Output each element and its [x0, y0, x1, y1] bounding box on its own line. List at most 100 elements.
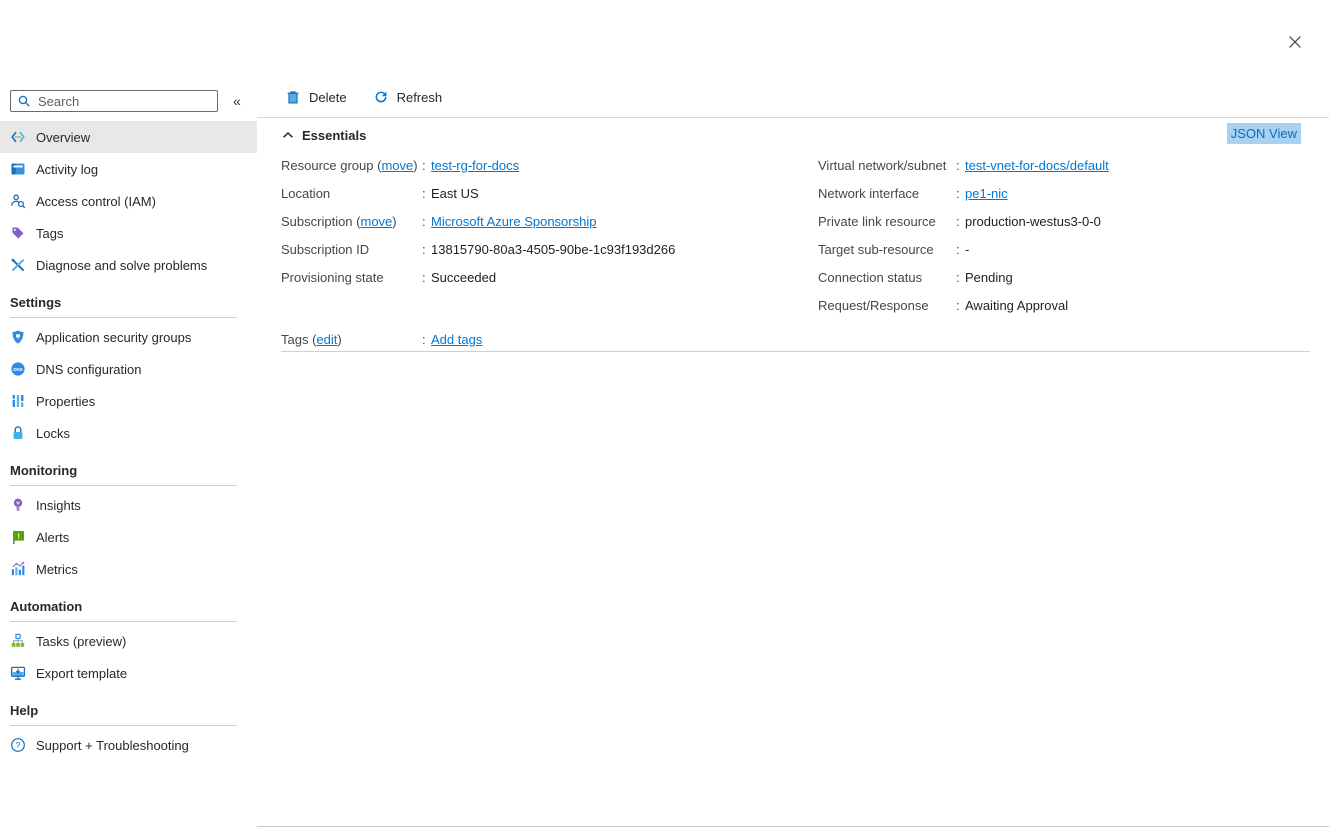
- sidebar: « Overview Activity log Access control (…: [0, 0, 257, 839]
- sidebar-item-access-control[interactable]: Access control (IAM): [0, 185, 257, 217]
- request-response-label: Request/Response: [818, 298, 956, 313]
- search-input[interactable]: [36, 93, 200, 110]
- virtual-network-subnet-link[interactable]: test-vnet-for-docs/default: [965, 158, 1109, 173]
- private-link-resource-label: Private link resource: [818, 214, 956, 229]
- essentials-row-subscription-id: Subscription ID : 13815790-80a3-4505-90b…: [281, 235, 675, 263]
- network-interface-label: Network interface: [818, 186, 956, 201]
- sidebar-item-label: Overview: [36, 130, 90, 145]
- target-sub-resource-label: Target sub-resource: [818, 242, 956, 257]
- essentials-row-request-response: Request/Response : Awaiting Approval: [818, 291, 1109, 319]
- sidebar-item-label: Tasks (preview): [36, 634, 126, 649]
- sidebar-item-properties[interactable]: Properties: [0, 385, 257, 417]
- resource-group-label: Resource group (: [281, 158, 381, 173]
- sidebar-section-monitoring: Monitoring: [10, 463, 237, 486]
- sidebar-item-label: Metrics: [36, 562, 78, 577]
- refresh-icon: [373, 89, 389, 105]
- sidebar-item-tasks[interactable]: Tasks (preview): [0, 625, 257, 657]
- page-bottom-divider: [257, 826, 1329, 827]
- toolbar-divider: [257, 117, 1329, 118]
- essentials-left-column: Resource group (move) : test-rg-for-docs…: [281, 151, 675, 291]
- refresh-button[interactable]: Refresh: [373, 89, 443, 105]
- chevron-up-icon[interactable]: [281, 128, 295, 142]
- sidebar-item-export-template[interactable]: Export template: [0, 657, 257, 689]
- connection-status-value: Pending: [965, 270, 1013, 285]
- sidebar-item-label: Application security groups: [36, 330, 191, 345]
- provisioning-state-value: Succeeded: [431, 270, 496, 285]
- essentials-row-private-link-resource: Private link resource : production-westu…: [818, 207, 1109, 235]
- sidebar-item-label: Tags: [36, 226, 63, 241]
- lightbulb-icon: [10, 497, 26, 513]
- target-sub-resource-value: -: [965, 242, 969, 257]
- subscription-label: Subscription (: [281, 214, 360, 229]
- sidebar-item-label: Activity log: [36, 162, 98, 177]
- alert-icon: !: [10, 529, 26, 545]
- sidebar-item-label: Insights: [36, 498, 81, 513]
- essentials-right-column: Virtual network/subnet : test-vnet-for-d…: [818, 151, 1109, 319]
- private-link-resource-value: production-westus3-0-0: [965, 214, 1101, 229]
- svg-text:DNS: DNS: [13, 367, 22, 372]
- connection-status-label: Connection status: [818, 270, 956, 285]
- sidebar-section-settings: Settings: [10, 295, 237, 318]
- essentials-row-subscription: Subscription (move) : Microsoft Azure Sp…: [281, 207, 675, 235]
- sidebar-item-support-troubleshooting[interactable]: ? Support + Troubleshooting: [0, 729, 257, 761]
- essentials-row-connection-status: Connection status : Pending: [818, 263, 1109, 291]
- add-tags-link[interactable]: Add tags: [431, 332, 482, 347]
- virtual-network-label: Virtual network/subnet: [818, 158, 956, 173]
- move-resource-group-link[interactable]: move: [381, 158, 413, 173]
- essentials-row-virtual-network: Virtual network/subnet : test-vnet-for-d…: [818, 151, 1109, 179]
- sidebar-search-row: «: [0, 90, 257, 114]
- access-control-icon: [10, 193, 26, 209]
- sidebar-item-locks[interactable]: Locks: [0, 417, 257, 449]
- essentials-row-provisioning-state: Provisioning state : Succeeded: [281, 263, 675, 291]
- sidebar-item-diagnose[interactable]: Diagnose and solve problems: [0, 249, 257, 281]
- refresh-label: Refresh: [397, 90, 443, 105]
- move-subscription-link[interactable]: move: [360, 214, 392, 229]
- essentials-title: Essentials: [302, 128, 366, 143]
- properties-bars-icon: [10, 393, 26, 409]
- lock-icon: [10, 425, 26, 441]
- subscription-id-value: 13815790-80a3-4505-90be-1c93f193d266: [431, 242, 675, 257]
- svg-text:?: ?: [16, 740, 21, 750]
- resource-group-link[interactable]: test-rg-for-docs: [431, 158, 519, 173]
- toolbar: Delete Refresh: [285, 89, 442, 105]
- essentials-bottom-divider: [281, 351, 1310, 352]
- sidebar-collapse-icon[interactable]: «: [233, 93, 241, 109]
- sidebar-item-label: DNS configuration: [36, 362, 142, 377]
- tags-label: Tags (: [281, 332, 316, 347]
- sidebar-item-insights[interactable]: Insights: [0, 489, 257, 521]
- sidebar-item-label: Properties: [36, 394, 95, 409]
- sidebar-item-dns-configuration[interactable]: DNS DNS configuration: [0, 353, 257, 385]
- sidebar-item-overview[interactable]: Overview: [0, 121, 257, 153]
- sidebar-item-tags[interactable]: Tags: [0, 217, 257, 249]
- essentials-row-resource-group: Resource group (move) : test-rg-for-docs: [281, 151, 675, 179]
- provisioning-state-label: Provisioning state: [281, 270, 422, 285]
- delete-button[interactable]: Delete: [285, 89, 347, 105]
- sidebar-item-alerts[interactable]: ! Alerts: [0, 521, 257, 553]
- essentials-row-tags: Tags (edit) : Add tags: [281, 325, 482, 353]
- edit-tags-link[interactable]: edit: [316, 332, 337, 347]
- private-endpoint-icon: [10, 129, 26, 145]
- sidebar-item-metrics[interactable]: Metrics: [0, 553, 257, 585]
- sidebar-nav: Overview Activity log Access control (IA…: [0, 121, 257, 761]
- activity-log-icon: [10, 161, 26, 177]
- delete-label: Delete: [309, 90, 347, 105]
- svg-text:!: !: [18, 532, 21, 541]
- flowchart-icon: [10, 633, 26, 649]
- main-content: Delete Refresh Essentials JSON View Reso…: [257, 0, 1329, 839]
- subscription-link[interactable]: Microsoft Azure Sponsorship: [431, 214, 596, 229]
- sidebar-item-label: Locks: [36, 426, 70, 441]
- sidebar-item-application-security-groups[interactable]: Application security groups: [0, 321, 257, 353]
- request-response-value: Awaiting Approval: [965, 298, 1068, 313]
- essentials-row-target-sub-resource: Target sub-resource : -: [818, 235, 1109, 263]
- search-box[interactable]: [10, 90, 218, 112]
- export-template-icon: [10, 665, 26, 681]
- sidebar-item-label: Alerts: [36, 530, 69, 545]
- search-icon: [17, 94, 31, 108]
- network-interface-link[interactable]: pe1-nic: [965, 186, 1008, 201]
- essentials-header: Essentials JSON View: [281, 123, 1329, 147]
- json-view-button[interactable]: JSON View: [1227, 123, 1301, 144]
- shield-icon: [10, 329, 26, 345]
- sidebar-item-activity-log[interactable]: Activity log: [0, 153, 257, 185]
- sidebar-section-help: Help: [10, 703, 237, 726]
- essentials-row-location: Location : East US: [281, 179, 675, 207]
